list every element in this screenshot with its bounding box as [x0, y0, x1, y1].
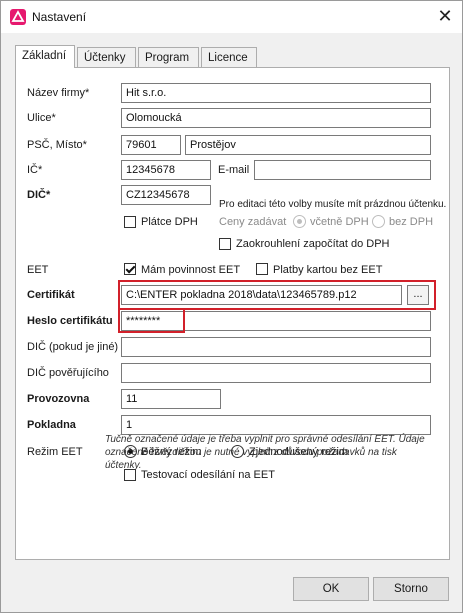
- certifikat-label: Certifikát: [27, 289, 75, 301]
- info-note: Tučně označené údaje je třeba vyplnit pr…: [105, 434, 425, 471]
- email-label: E-mail: [218, 164, 250, 176]
- psc-input[interactable]: 79601: [121, 135, 181, 155]
- title-bar: Nastavení ✕: [1, 1, 462, 33]
- psc-label: PSČ, Místo*: [27, 139, 87, 151]
- ulice-label: Ulice*: [27, 112, 56, 124]
- tab-panel-zakladni: Název firmy* Hit s.r.o. Ulice* Olomoucká…: [15, 67, 450, 560]
- tab-zakladni[interactable]: Základní: [15, 45, 75, 68]
- eet-label: EET: [27, 264, 49, 276]
- tab-licence[interactable]: Licence: [201, 47, 257, 67]
- certifikat-input[interactable]: C:\ENTER pokladna 2018\data\123465789.p1…: [121, 285, 402, 305]
- platce-dph-checkbox[interactable]: [124, 216, 136, 228]
- platce-dph-label: Plátce DPH: [141, 216, 198, 228]
- firma-label: Název firmy*: [27, 87, 90, 99]
- dic-jine-label: DIČ (pokud je jiné): [27, 341, 119, 353]
- eet-povinnost-checkbox[interactable]: [124, 263, 136, 275]
- app-logo-icon: [10, 9, 26, 25]
- close-icon[interactable]: ✕: [434, 5, 456, 27]
- provozovna-input[interactable]: 11: [121, 389, 221, 409]
- browse-button[interactable]: ...: [407, 285, 429, 305]
- pokladna-input[interactable]: 1: [121, 415, 431, 435]
- ceny-bez-label: bez DPH: [389, 216, 434, 228]
- pokladna-label: Pokladna: [27, 419, 76, 431]
- zaokrouhleni-label: Zaokrouhlení započítat do DPH: [236, 238, 390, 250]
- eet-povinnost-label: Mám povinnost EET: [141, 264, 241, 276]
- heslo-label: Heslo certifikátu: [27, 315, 113, 327]
- dic-poverujici-input[interactable]: [121, 363, 431, 383]
- ic-input[interactable]: 12345678: [121, 160, 211, 180]
- window-title: Nastavení: [32, 10, 87, 24]
- rezim-label: Režim EET: [27, 446, 83, 458]
- misto-input[interactable]: Prostějov: [185, 135, 431, 155]
- ceny-label: Ceny zadávat: [219, 216, 287, 228]
- heslo-highlight: [118, 308, 185, 333]
- ceny-vcetne-radio[interactable]: [293, 215, 306, 228]
- tab-uctenky[interactable]: Účtenky: [77, 47, 136, 67]
- provozovna-label: Provozovna: [27, 393, 90, 405]
- dic-input[interactable]: CZ12345678: [121, 185, 211, 205]
- firma-input[interactable]: Hit s.r.o.: [121, 83, 431, 103]
- ic-label: IČ*: [27, 164, 43, 176]
- ulice-input[interactable]: Olomoucká: [121, 108, 431, 128]
- dic-poverujici-label: DIČ pověřujícího: [27, 367, 109, 379]
- cancel-button[interactable]: Storno: [373, 577, 449, 601]
- dic-jine-input[interactable]: [121, 337, 431, 357]
- platby-kartou-checkbox[interactable]: [256, 263, 268, 275]
- ok-button[interactable]: OK: [293, 577, 369, 601]
- platby-kartou-label: Platby kartou bez EET: [273, 264, 383, 276]
- tab-program[interactable]: Program: [138, 47, 199, 67]
- ceny-vcetne-label: včetně DPH: [310, 216, 369, 228]
- settings-dialog: Nastavení ✕ Základní Účtenky Program Lic…: [0, 0, 463, 613]
- dic-label: DIČ*: [27, 189, 51, 201]
- ceny-bez-radio[interactable]: [372, 215, 385, 228]
- dic-hint: Pro editaci této volby musíte mít prázdn…: [219, 199, 447, 210]
- zaokrouhleni-checkbox[interactable]: [219, 238, 231, 250]
- email-input[interactable]: [254, 160, 431, 180]
